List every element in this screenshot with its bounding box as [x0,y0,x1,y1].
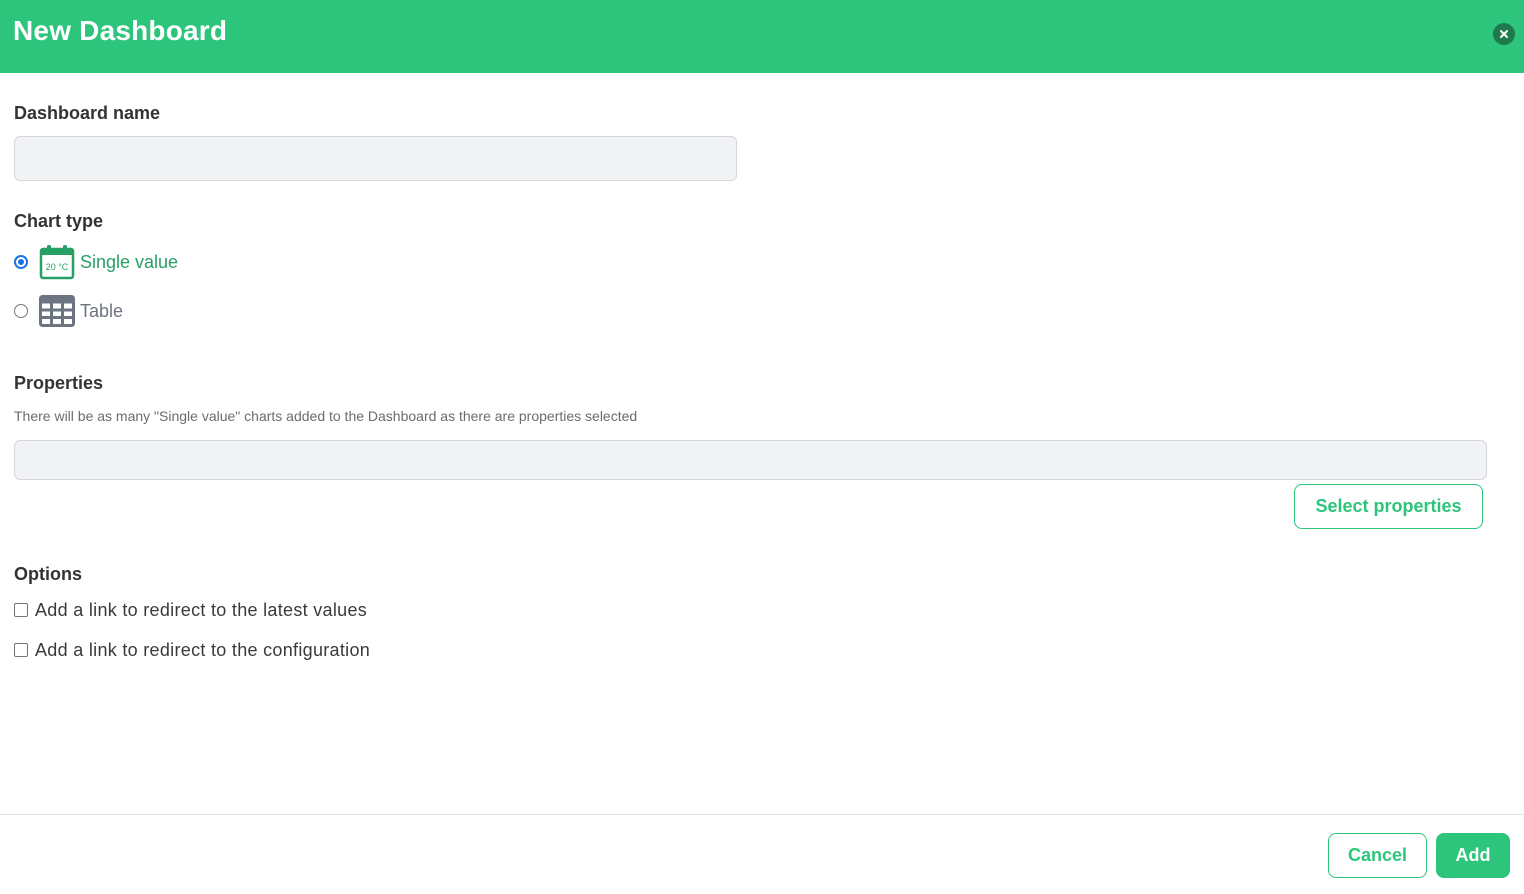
options-label: Options [14,564,82,584]
close-icon [1500,30,1508,38]
option-latest-values[interactable]: Add a link to redirect to the latest val… [14,598,367,622]
select-properties-button[interactable]: Select properties [1294,484,1483,529]
latest-values-checkbox[interactable] [14,603,28,617]
chart-type-option-single-value[interactable]: 20 °C Single value [14,244,178,280]
chart-type-label: Chart type [14,211,104,231]
single-value-label: Single value [80,251,179,272]
add-button[interactable]: Add [1436,833,1510,878]
table-icon [39,295,75,327]
properties-label: Properties [14,373,104,393]
dialog-header: New Dashboard [0,0,1524,73]
dialog-title: New Dashboard [13,15,228,46]
configuration-label: Add a link to redirect to the configurat… [35,639,371,660]
dashboard-name-input[interactable] [14,136,737,181]
chart-type-option-table[interactable]: Table [14,293,123,329]
properties-input[interactable] [14,440,1487,480]
footer-divider [0,814,1524,815]
dashboard-name-label: Dashboard name [14,103,161,123]
option-configuration[interactable]: Add a link to redirect to the configurat… [14,638,370,662]
single-value-radio[interactable] [14,255,28,269]
table-radio[interactable] [14,304,28,318]
svg-text:20 °C: 20 °C [46,262,69,272]
latest-values-label: Add a link to redirect to the latest val… [35,599,368,620]
configuration-checkbox[interactable] [14,643,28,657]
properties-hint: There will be as many "Single value" cha… [14,408,638,424]
close-button[interactable] [1493,23,1515,45]
thermometer-calendar-icon: 20 °C [39,244,75,280]
cancel-button[interactable]: Cancel [1328,833,1427,878]
table-label: Table [80,300,124,321]
